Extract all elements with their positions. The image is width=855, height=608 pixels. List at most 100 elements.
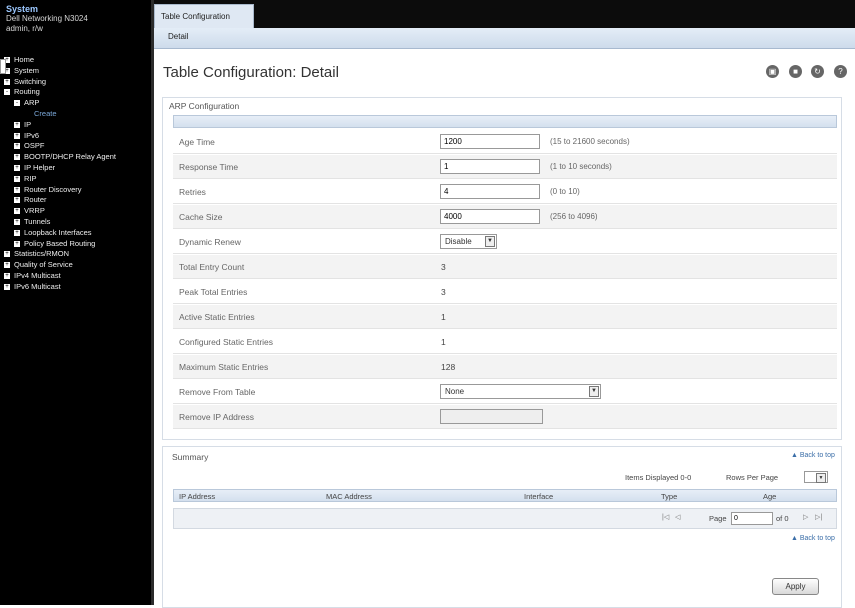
nav-item[interactable]: + Home (0, 55, 151, 66)
arp-field-value: 3 (441, 262, 446, 272)
arp-row-label: Response Time (179, 162, 239, 172)
arp-row-label: Peak Total Entries (179, 287, 248, 297)
nav-item-label: BOOTP/DHCP Relay Agent (24, 152, 116, 162)
nav-item[interactable]: + Tunnels (0, 217, 151, 228)
expand-icon[interactable]: + (14, 186, 20, 193)
rows-per-page-select[interactable]: ▼ (804, 471, 828, 483)
help-icon[interactable]: ? (834, 65, 847, 78)
nav-item[interactable]: - Routing (0, 87, 151, 98)
page-number-input[interactable] (731, 512, 773, 525)
nav-tree: + Home + System + Switching - Routing - ARP Create… (0, 55, 151, 293)
nav-item-label: RIP (24, 173, 37, 183)
col-interface[interactable]: Interface (524, 492, 553, 501)
collapse-icon[interactable]: - (14, 100, 20, 107)
nav-item[interactable]: + VRRP (0, 206, 151, 217)
col-type[interactable]: Type (661, 492, 677, 501)
summary-table-header: IP Address MAC Address Interface Type Ag… (173, 489, 837, 502)
expand-icon[interactable]: + (14, 154, 20, 161)
expand-icon[interactable]: + (14, 208, 20, 215)
expand-icon[interactable]: + (4, 283, 10, 290)
arp-row: Peak Total Entries 3 (173, 280, 837, 304)
nav-item-label: Router Discovery (24, 184, 82, 194)
pagination-bar: |◁ ◁ Page of 0 ▷ ▷| (173, 508, 837, 529)
nav-item-label: Home (14, 55, 35, 64)
expand-icon[interactable]: + (14, 132, 20, 139)
expand-icon[interactable]: + (14, 229, 20, 236)
expand-icon[interactable]: + (14, 143, 20, 150)
system-model: Dell Networking N3024 (6, 14, 88, 23)
refresh-icon[interactable]: ↻ (811, 65, 824, 78)
print-icon[interactable]: ■ (789, 65, 802, 78)
nav-item[interactable]: + Router Discovery (0, 185, 151, 196)
arp-row: Total Entry Count 3 (173, 255, 837, 279)
apply-button[interactable]: Apply (772, 578, 819, 595)
summary-title: Summary (172, 452, 209, 462)
save-icon[interactable]: ▣ (766, 65, 779, 78)
expand-icon[interactable]: + (14, 240, 20, 247)
expand-icon[interactable]: + (14, 121, 20, 128)
nav-item[interactable]: + RIP (0, 174, 151, 185)
remove-ip-address-input[interactable] (440, 409, 543, 424)
arp-field-input[interactable] (440, 134, 540, 149)
arp-row-label: Total Entry Count (179, 262, 245, 272)
col-age[interactable]: Age (763, 492, 776, 501)
arp-row-label: Dynamic Renew (179, 237, 241, 247)
nav-item[interactable]: + System (0, 66, 151, 77)
arp-field-select[interactable]: Disable ▼ (440, 234, 497, 249)
expand-icon[interactable]: + (4, 78, 10, 85)
expand-icon[interactable]: + (14, 197, 20, 204)
expand-icon[interactable]: + (4, 262, 10, 269)
nav-item[interactable]: Table Configuration (0, 59, 6, 74)
nav-item[interactable]: + IPv6 (0, 131, 151, 142)
nav-item[interactable]: + Switching (0, 77, 151, 88)
nav-item[interactable]: + IPv4 Multicast (0, 271, 151, 282)
arp-field-input[interactable] (440, 209, 540, 224)
nav-item[interactable]: + Loopback Interfaces (0, 228, 151, 239)
arp-row-label: Cache Size (179, 212, 223, 222)
expand-icon[interactable]: + (14, 164, 20, 171)
nav-item-label: ARP (24, 98, 40, 108)
nav-item[interactable]: + OSPF (0, 141, 151, 152)
chevron-down-icon: ▼ (589, 386, 599, 397)
col-ip-address[interactable]: IP Address (179, 492, 215, 501)
next-page-icon[interactable]: ▷ (803, 513, 808, 521)
previous-page-icon[interactable]: ◁ (675, 513, 680, 521)
sidebar: System Dell Networking N3024 admin, r/w … (0, 0, 151, 605)
sidebar-splitter[interactable] (151, 0, 154, 605)
tab-table-configuration[interactable]: Table Configuration (154, 4, 254, 28)
page-title: Table Configuration: Detail (163, 64, 339, 81)
nav-item[interactable]: + IP (0, 120, 151, 131)
expand-icon[interactable]: + (14, 175, 20, 182)
first-page-icon[interactable]: |◁ (662, 513, 669, 521)
nav-item-label: System (14, 65, 40, 75)
nav-item[interactable]: + IP Helper (0, 163, 151, 174)
arp-row: Configured Static Entries 1 (173, 330, 837, 354)
arp-field-input[interactable] (440, 159, 540, 174)
nav-item[interactable]: + IPv6 Multicast (0, 282, 151, 293)
nav-item[interactable]: - ARP (0, 98, 151, 109)
col-mac-address[interactable]: MAC Address (326, 492, 372, 501)
arp-row-label: Maximum Static Entries (179, 362, 269, 372)
system-title[interactable]: System (6, 4, 145, 14)
arp-field-input[interactable] (440, 184, 540, 199)
nav-item[interactable]: + Policy Based Routing (0, 239, 151, 250)
nav-item[interactable]: + Quality of Service (0, 260, 151, 271)
back-to-top-link[interactable]: ▲ Back to top (791, 452, 835, 459)
nav-item[interactable]: + Statistics/RMON (0, 249, 151, 260)
expand-icon[interactable]: + (4, 272, 10, 279)
arp-row: Response Time (1 to 10 seconds) (173, 155, 837, 179)
nav-item[interactable]: Create (0, 109, 151, 120)
expand-icon[interactable]: + (14, 218, 20, 225)
arp-field-select[interactable]: None ▼ (440, 384, 601, 399)
arp-row-label: Active Static Entries (179, 312, 255, 322)
sub-tab-detail[interactable]: Detail (168, 32, 188, 41)
last-page-icon[interactable]: ▷| (815, 513, 822, 521)
back-to-top-link-bottom[interactable]: ▲ Back to top (791, 535, 835, 542)
arp-field-hint: (15 to 21600 seconds) (550, 137, 630, 146)
nav-item-label: IPv4 Multicast (14, 270, 61, 280)
nav-item[interactable]: + BOOTP/DHCP Relay Agent (0, 152, 151, 163)
select-value: Disable (445, 237, 472, 246)
nav-item[interactable]: + Router (0, 195, 151, 206)
collapse-icon[interactable]: - (4, 89, 10, 96)
expand-icon[interactable]: + (4, 251, 10, 258)
